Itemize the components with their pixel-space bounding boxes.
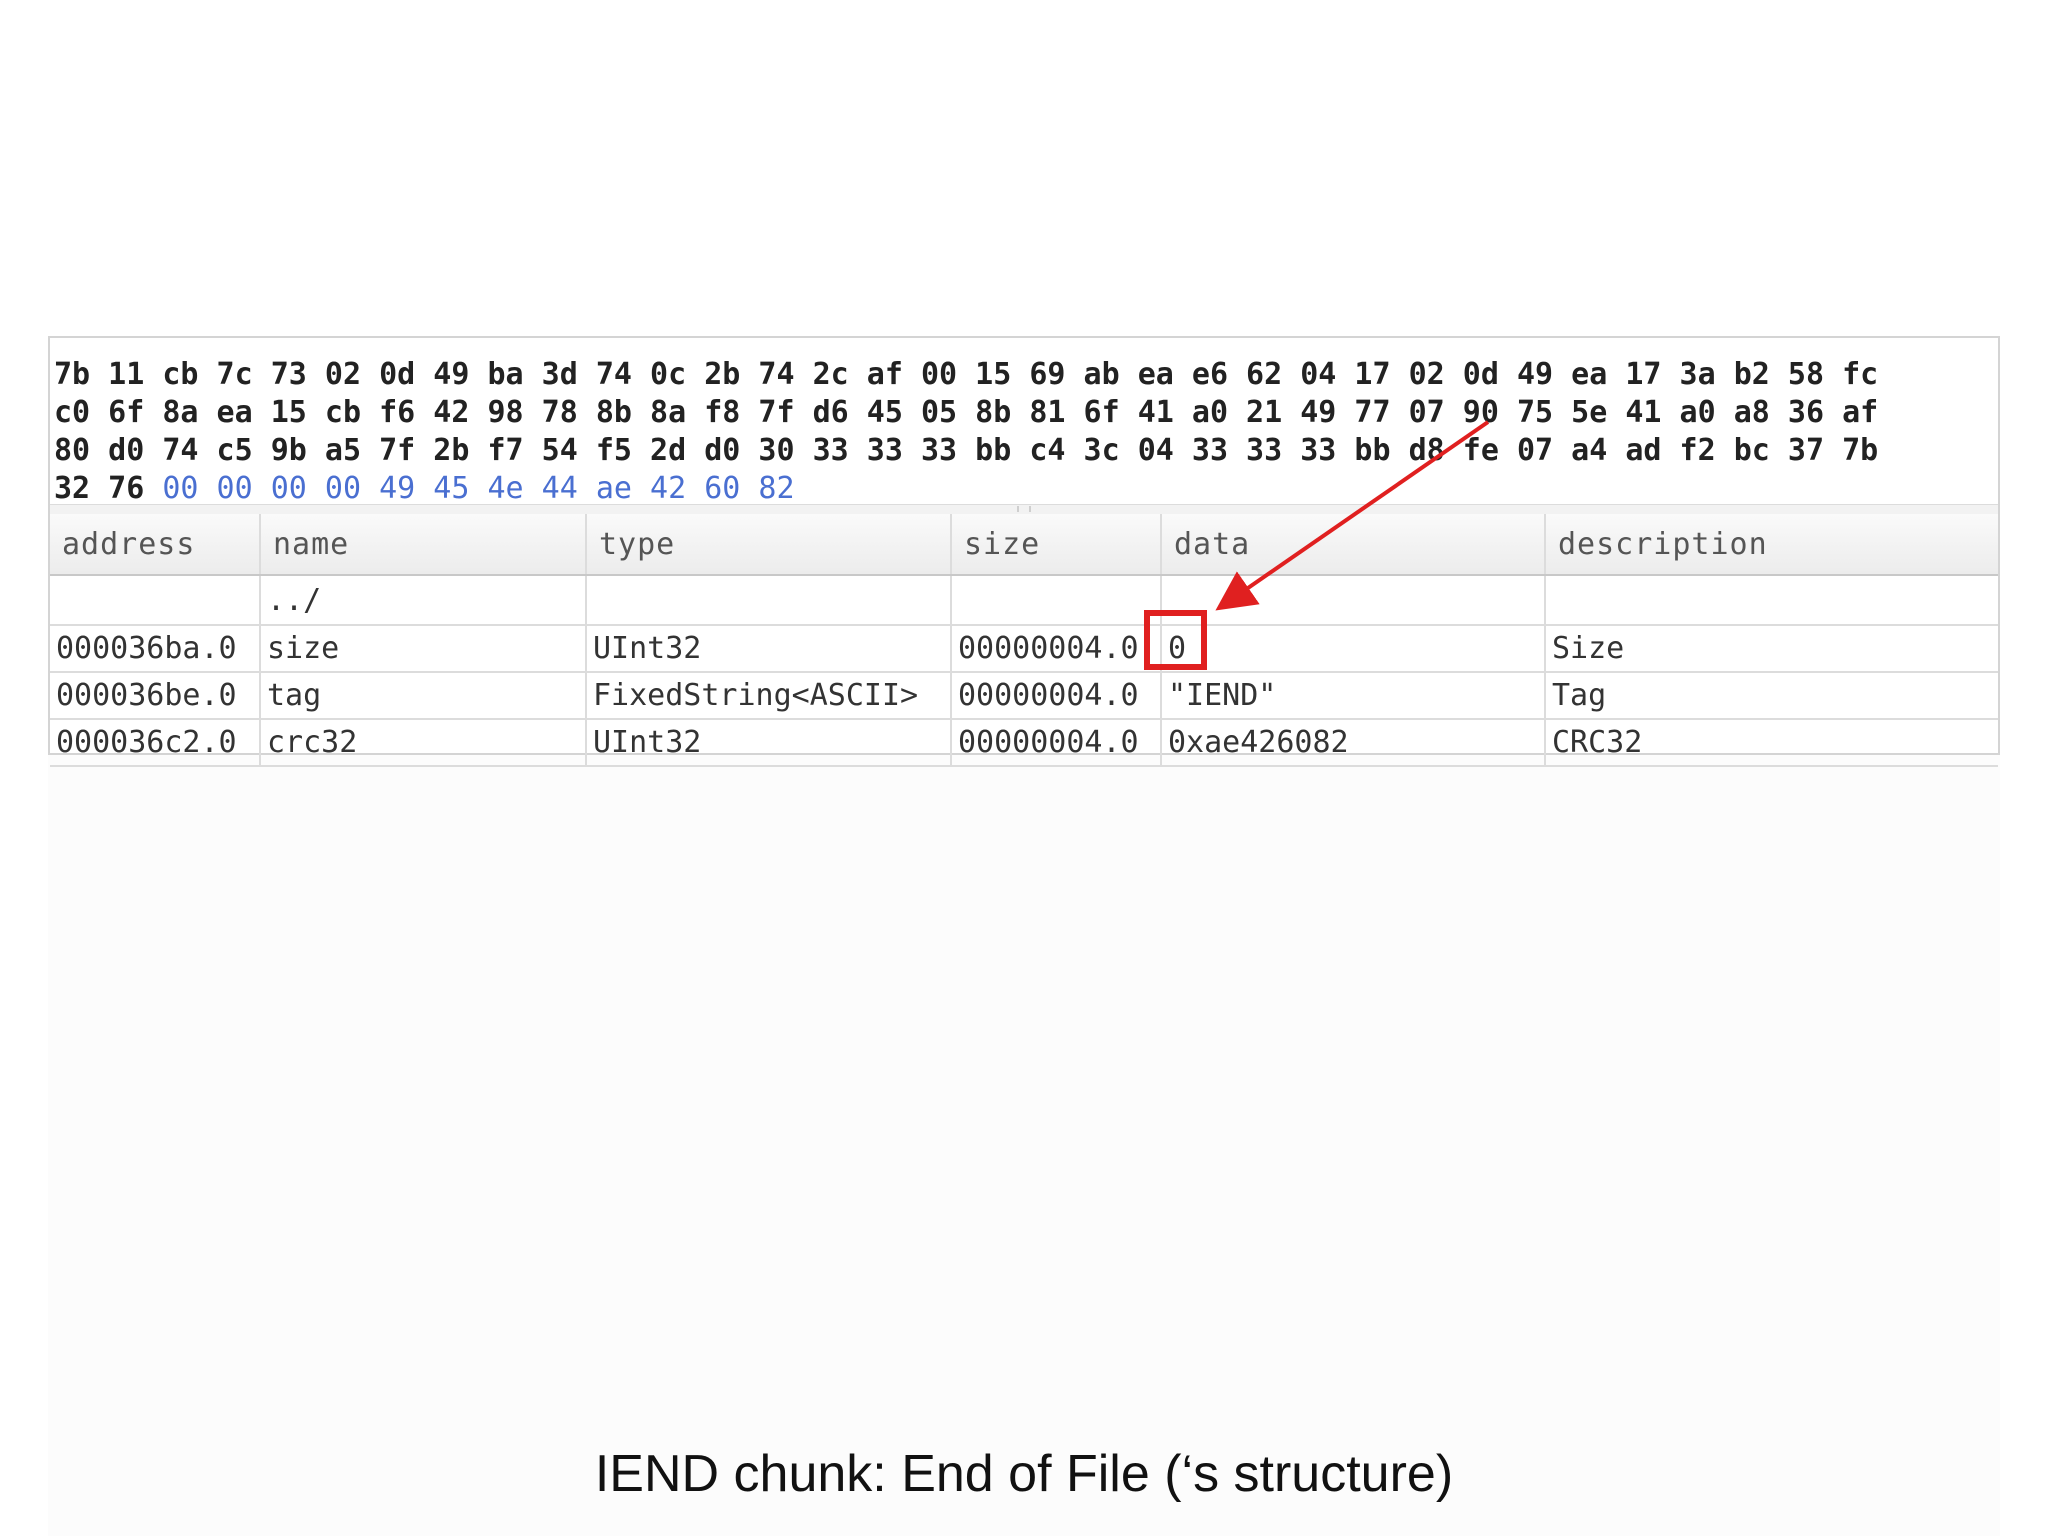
- column-header-address[interactable]: address: [50, 514, 261, 576]
- cell-description: CRC32: [1545, 719, 1998, 767]
- column-header-size[interactable]: size: [951, 514, 1162, 576]
- hex-line: 7b 11 cb 7c 73 02 0d 49 ba 3d 74 0c 2b 7…: [54, 357, 1879, 392]
- cell-name: crc32: [260, 719, 587, 767]
- cell-type: FixedString<ASCII>: [586, 672, 952, 720]
- hex-line: c0 6f 8a ea 15 cb f6 42 98 78 8b 8a f8 7…: [54, 395, 1879, 430]
- cell-address: 000036be.0: [50, 672, 261, 720]
- cell-address: [50, 575, 261, 626]
- slide-caption: IEND chunk: End of File (‘s structure): [594, 1445, 1454, 1503]
- cell-size: 00000004.0: [951, 625, 1162, 673]
- cell-data[interactable]: 0xae426082: [1161, 719, 1546, 767]
- table-row[interactable]: 000036ba.0 size UInt32 00000004.0 0 Size: [50, 625, 1998, 673]
- splitter-grip-icon: [1017, 506, 1031, 512]
- cell-data[interactable]: 0: [1161, 625, 1546, 673]
- hex-line: 80 d0 74 c5 9b a5 7f 2b f7 54 f5 2d d0 3…: [54, 433, 1879, 468]
- cell-data[interactable]: "IEND": [1161, 672, 1546, 720]
- cell-address: 000036ba.0: [50, 625, 261, 673]
- cell-description: [1545, 575, 1998, 626]
- cell-type: [586, 575, 952, 626]
- table-row[interactable]: 000036be.0 tag FixedString<ASCII> 000000…: [50, 672, 1998, 720]
- cell-description: Size: [1545, 625, 1998, 673]
- cell-size: [951, 575, 1162, 626]
- hex-bytes-selected[interactable]: 00 00 00 00 49 45 4e 44 ae 42 60 82: [162, 471, 794, 506]
- table-row[interactable]: 000036c2.0 crc32 UInt32 00000004.0 0xae4…: [50, 719, 1998, 767]
- cell-data: [1161, 575, 1546, 626]
- cell-size: 00000004.0: [951, 672, 1162, 720]
- cell-size: 00000004.0: [951, 719, 1162, 767]
- cell-type: UInt32: [586, 719, 952, 767]
- table-row-parent[interactable]: ../: [50, 575, 1998, 626]
- cell-name: size: [260, 625, 587, 673]
- structure-table: address name type size data description …: [50, 514, 1998, 767]
- column-header-data[interactable]: data: [1161, 514, 1546, 576]
- hex-bytes-plain: 32 76: [54, 471, 163, 506]
- hex-dump[interactable]: 7b 11 cb 7c 73 02 0d 49 ba 3d 74 0c 2b 7…: [50, 338, 1998, 506]
- column-header-description[interactable]: description: [1545, 514, 1998, 576]
- cell-type: UInt32: [586, 625, 952, 673]
- cell-address: 000036c2.0: [50, 719, 261, 767]
- column-header-type[interactable]: type: [586, 514, 952, 576]
- cell-name: tag: [260, 672, 587, 720]
- hex-viewer-panel: 7b 11 cb 7c 73 02 0d 49 ba 3d 74 0c 2b 7…: [48, 336, 2000, 767]
- table-header-row: address name type size data description: [50, 514, 1998, 576]
- slide-background: [48, 755, 2000, 1536]
- hex-line: 32 76 00 00 00 00 49 45 4e 44 ae 42 60 8…: [54, 470, 795, 508]
- cell-name[interactable]: ../: [260, 575, 587, 626]
- cell-description: Tag: [1545, 672, 1998, 720]
- column-header-name[interactable]: name: [260, 514, 587, 576]
